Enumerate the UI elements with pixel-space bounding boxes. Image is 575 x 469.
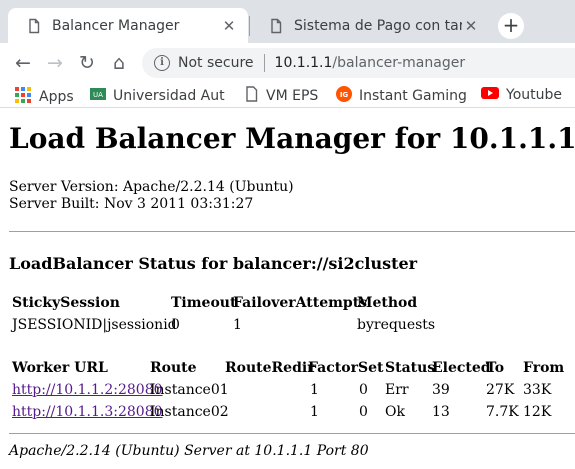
worker-url-link[interactable]: http://10.1.1.2:28080 — [12, 382, 163, 398]
stickysession-value: JSESSIONID|jsessionid — [12, 317, 177, 333]
status-value: Ok — [385, 404, 405, 420]
divider — [9, 433, 575, 434]
forward-arrow-icon[interactable]: → — [43, 51, 67, 75]
bookmarks-bar: Apps UA Universidad Aut VM EPS IG Instan… — [0, 83, 575, 108]
bookmark-instant-gaming[interactable]: IG Instant Gaming — [336, 86, 467, 106]
divider — [9, 231, 575, 232]
close-icon[interactable]: ✕ — [220, 17, 238, 35]
home-icon[interactable]: ⌂ — [107, 51, 131, 75]
tab-balancer-manager[interactable]: Balancer Manager ✕ — [8, 8, 248, 43]
bookmark-universidad[interactable]: UA Universidad Aut — [90, 86, 225, 106]
balancer-table: StickySession Timeout FailoverAttempts M… — [0, 295, 575, 335]
server-info: Server Version: Apache/2.2.14 (Ubuntu) S… — [9, 179, 294, 213]
omnibox-divider — [263, 54, 265, 72]
header-factor: Factor — [308, 360, 358, 376]
header-worker-url: Worker URL — [12, 360, 108, 376]
new-tab-button[interactable]: + — [498, 13, 524, 39]
header-elected: Elected — [432, 360, 491, 376]
security-label[interactable]: Not secure — [178, 55, 254, 71]
server-version: Server Version: Apache/2.2.14 (Ubuntu) — [9, 179, 294, 195]
tab-sistema-de-pago[interactable]: Sistema de Pago con tarje ✕ — [250, 8, 490, 43]
server-built: Server Built: Nov 3 2011 03:31:27 — [9, 196, 254, 212]
elected-value: 13 — [432, 404, 450, 420]
reload-icon[interactable]: ↻ — [75, 51, 99, 75]
page-icon — [26, 18, 42, 34]
timeout-value: 0 — [171, 317, 180, 333]
bookmark-label: Instant Gaming — [359, 88, 467, 104]
tab-title: Balancer Manager — [52, 17, 180, 34]
tab-strip: Balancer Manager ✕ Sistema de Pago con t… — [0, 0, 575, 43]
worker-url-link[interactable]: http://10.1.1.3:28080 — [12, 404, 163, 420]
elected-value: 39 — [432, 382, 450, 398]
route-value: Instance01 — [150, 382, 229, 398]
header-method: Method — [357, 295, 418, 311]
close-icon[interactable]: ✕ — [462, 17, 480, 35]
failoverattempts-value: 1 — [233, 317, 242, 333]
set-value: 0 — [359, 382, 368, 398]
status-heading: LoadBalancer Status for balancer://si2cl… — [9, 254, 418, 273]
svg-text:IG: IG — [340, 91, 349, 99]
url-host[interactable]: 10.1.1.1 — [275, 55, 333, 71]
factor-value: 1 — [310, 404, 319, 420]
page-content: Load Balancer Manager for 10.1.1.1 Serve… — [0, 109, 575, 469]
info-icon[interactable]: i — [154, 55, 170, 71]
header-route: Route — [150, 360, 197, 376]
page-icon — [245, 86, 259, 106]
header-status: Status — [385, 360, 436, 376]
bookmark-apps[interactable]: Apps — [14, 86, 74, 108]
set-value: 0 — [359, 404, 368, 420]
apps-grid-icon — [14, 86, 32, 108]
from-value: 33K — [523, 382, 552, 398]
instant-gaming-icon: IG — [336, 86, 352, 106]
header-from: From — [523, 360, 565, 376]
server-footer: Apache/2.2.14 (Ubuntu) Server at 10.1.1.… — [9, 443, 369, 459]
header-stickysession: StickySession — [12, 295, 120, 311]
svg-text:UA: UA — [93, 91, 103, 99]
browser-toolbar: ← → ↻ ⌂ i Not secure 10.1.1.1/balancer-m… — [0, 43, 575, 83]
bookmark-label: Universidad Aut — [113, 88, 225, 104]
header-to: To — [486, 360, 505, 376]
tab-title: Sistema de Pago con tarje — [294, 17, 462, 34]
header-failoverattempts: FailoverAttempts — [233, 295, 368, 311]
page-icon — [268, 18, 284, 34]
bookmark-label: Youtube — [506, 87, 562, 103]
to-value: 27K — [486, 382, 515, 398]
factor-value: 1 — [310, 382, 319, 398]
header-routeredir: RouteRedir — [225, 360, 315, 376]
university-icon: UA — [90, 86, 106, 106]
address-bar[interactable]: i Not secure 10.1.1.1/balancer-manager — [142, 48, 575, 78]
bookmark-label: VM EPS — [266, 88, 319, 104]
url-path[interactable]: /balancer-manager — [332, 55, 465, 71]
bookmark-youtube[interactable]: Youtube — [481, 86, 562, 104]
bookmark-vm-eps[interactable]: VM EPS — [245, 86, 318, 106]
page-title: Load Balancer Manager for 10.1.1.1 — [9, 122, 575, 155]
route-value: Instance02 — [150, 404, 229, 420]
to-value: 7.7K — [486, 404, 519, 420]
youtube-icon — [481, 86, 499, 104]
header-set: Set — [358, 360, 384, 376]
bookmark-label: Apps — [39, 89, 74, 105]
method-value: byrequests — [357, 317, 436, 333]
workers-table: Worker URL Route RouteRedir Factor Set S… — [0, 360, 575, 426]
header-timeout: Timeout — [171, 295, 237, 311]
back-arrow-icon[interactable]: ← — [11, 51, 35, 75]
status-value: Err — [385, 382, 409, 398]
from-value: 12K — [523, 404, 552, 420]
